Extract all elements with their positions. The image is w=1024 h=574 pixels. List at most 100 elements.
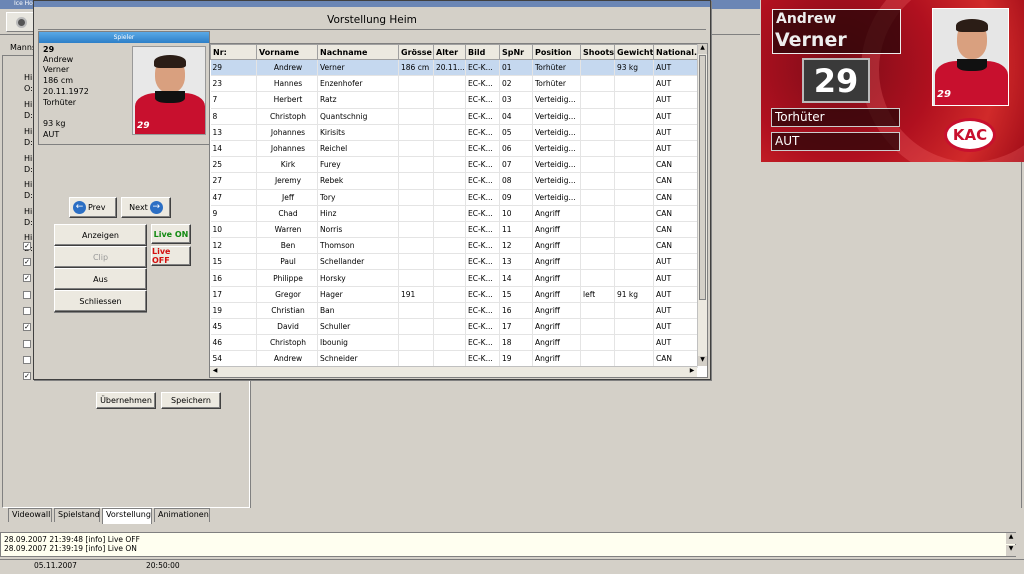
column-header[interactable]: Grösse [398,44,434,60]
photo-hair [154,55,186,68]
table-row[interactable]: 45 David Schuller EC-K... 17 Angriff AUT [210,318,698,336]
table-row[interactable]: 9 Chad Hinz EC-K... 10 Angriff CAN [210,205,698,222]
preview-panel: Andrew Verner 29 Torhüter AUT 29 KAC [761,0,1024,162]
scroll-left-icon[interactable]: ◀ [210,367,220,377]
column-header[interactable]: Vorname [256,44,318,60]
player-table: Nr: Vorname Nachname Grösse Alter Bild SpNr Pos… [210,44,698,368]
scroll-up-icon[interactable]: ▲ [698,44,707,54]
table-cell: CAN [653,189,698,206]
column-header[interactable]: SpNr [499,44,533,60]
scroll-right-icon[interactable]: ▶ [687,367,697,377]
table-row[interactable]: 23 Hannes Enzenhofer EC-K... 02 Torhüter AUT [210,75,698,93]
show-button[interactable]: Anzeigen [54,224,147,246]
player-table-container: Nr: Vorname Nachname Grösse Alter Bild SpNr Pos… [209,43,708,378]
table-row[interactable]: 27 Jeremy Rebek EC-K... 08 Verteidig... CAN [210,172,698,190]
column-header[interactable]: Nr: [210,44,257,60]
table-cell: Hannes [256,75,318,93]
table-cell: Rebek [317,172,399,190]
clip-button[interactable]: Clip [54,246,147,268]
column-header[interactable]: Position [532,44,581,60]
tab-videowall[interactable]: Videowall [8,508,52,522]
table-cell: 12 [210,237,257,255]
table-row[interactable]: 29 Andrew Verner 186 cm 20.11... EC-K... 01 Tor… [210,59,698,77]
table-cell: 9 [210,205,257,222]
table-row[interactable]: 54 Andrew Schneider EC-K... 19 Angriff CAN [210,350,698,368]
log-line: 28.09.2007 21:39:19 [info] Live ON [4,544,137,553]
bg-checkbox[interactable] [23,356,31,364]
table-row[interactable]: 10 Warren Norris EC-K... 11 Angriff CAN [210,221,698,239]
bg-checkbox[interactable]: ✓ [23,323,31,331]
table-cell: Enzenhofer [317,75,399,93]
scroll-thumb[interactable] [699,55,706,300]
table-cell: Schneider [317,350,399,368]
live-on-button[interactable]: Live ON [151,224,191,244]
next-button[interactable]: Next → [121,197,171,218]
bg-checkbox[interactable] [23,307,31,315]
table-cell: 06 [499,140,533,158]
table-cell: 46 [210,334,257,352]
table-cell [580,91,615,109]
toolbar-tab-button[interactable] [6,12,36,32]
log-line: 28.09.2007 21:39:48 [info] Live OFF [4,535,140,544]
table-cell: EC-K... [465,221,500,239]
table-cell: EC-K... [465,205,500,222]
table-cell: Schellander [317,253,399,271]
horizontal-scrollbar[interactable]: ◀ ▶ [210,366,697,377]
table-row[interactable]: 17 Gregor Hager 191 EC-K... 15 Angriff left 91 k… [210,286,698,303]
table-row[interactable]: 15 Paul Schellander EC-K... 13 Angriff AUT [210,253,698,271]
next-label: Next [129,203,148,212]
table-cell: EC-K... [465,237,500,255]
table-row[interactable]: 12 Ben Thomson EC-K... 12 Angriff CAN [210,237,698,255]
apply-button[interactable]: Übernehmen [96,392,156,409]
table-cell: EC-K... [465,75,500,93]
bg-checkbox[interactable]: ✓ [23,372,31,380]
table-cell [614,318,654,336]
tab-spielstand[interactable]: Spielstand [54,508,100,522]
table-row[interactable]: 13 Johannes Kirisits EC-K... 05 Verteidig... A… [210,124,698,141]
vertical-scrollbar[interactable]: ▲ ▼ [697,44,707,366]
tab-animationen[interactable]: Animationen [154,508,210,522]
table-row[interactable]: 7 Herbert Ratz EC-K... 03 Verteidig... AUT [210,91,698,109]
bg-checkbox[interactable] [23,291,31,299]
bg-row-value: D: [24,191,33,200]
prev-button[interactable]: ← Prev [69,197,117,218]
column-header[interactable]: National... [653,44,698,60]
table-cell: 18 [499,334,533,352]
table-cell [398,75,434,93]
log-scroll-down[interactable]: ▼ [1006,545,1016,556]
off-button[interactable]: Aus [54,268,147,290]
tab-vorstellung[interactable]: Vorstellung [102,508,152,524]
bg-checkbox[interactable]: ✓ [23,274,31,282]
table-row[interactable]: 25 Kirk Furey EC-K... 07 Verteidig... CAN [210,156,698,174]
bg-checkbox[interactable] [23,340,31,348]
scroll-down-icon[interactable]: ▼ [698,356,707,366]
table-cell [398,140,434,158]
column-header[interactable]: Alter [433,44,466,60]
bg-checkbox[interactable]: ✓ [23,258,31,266]
table-cell: 15 [210,253,257,271]
preview-position: Torhüter [775,110,825,124]
column-header[interactable]: Gewicht [614,44,654,60]
live-off-label: Live OFF [152,247,171,265]
close-button[interactable]: Schliessen [54,290,147,312]
live-off-button[interactable]: Live OFF [151,246,191,266]
column-header[interactable]: Bild [465,44,500,60]
table-row[interactable]: 19 Christian Ban EC-K... 16 Angriff AUT [210,302,698,320]
table-row[interactable]: 16 Philippe Horsky EC-K... 14 Angriff AUT [210,269,698,287]
table-cell [614,156,654,174]
table-row[interactable]: 46 Christoph Ibounig EC-K... 18 Angriff AUT [210,334,698,352]
table-cell: Kirk [256,156,318,174]
table-row[interactable]: 47 Jeff Tory EC-K... 09 Verteidig... CAN [210,189,698,206]
table-row[interactable]: 14 Johannes Reichel EC-K... 06 Verteidig... AU… [210,140,698,158]
table-row[interactable]: 8 Christoph Quantschnig EC-K... 04 Verteidig.… [210,108,698,125]
bg-checkbox[interactable]: ✓ [23,242,31,250]
log-scroll-up[interactable]: ▲ [1006,533,1016,544]
table-cell: David [256,318,318,336]
column-header[interactable]: Nachname [317,44,399,60]
table-cell: 04 [499,108,533,125]
column-header[interactable]: Shoots [580,44,615,60]
table-cell [433,302,466,320]
dialog-small-titlebar [34,1,710,7]
player-lastname: Verner [43,65,70,74]
save-button[interactable]: Speichern [161,392,221,409]
